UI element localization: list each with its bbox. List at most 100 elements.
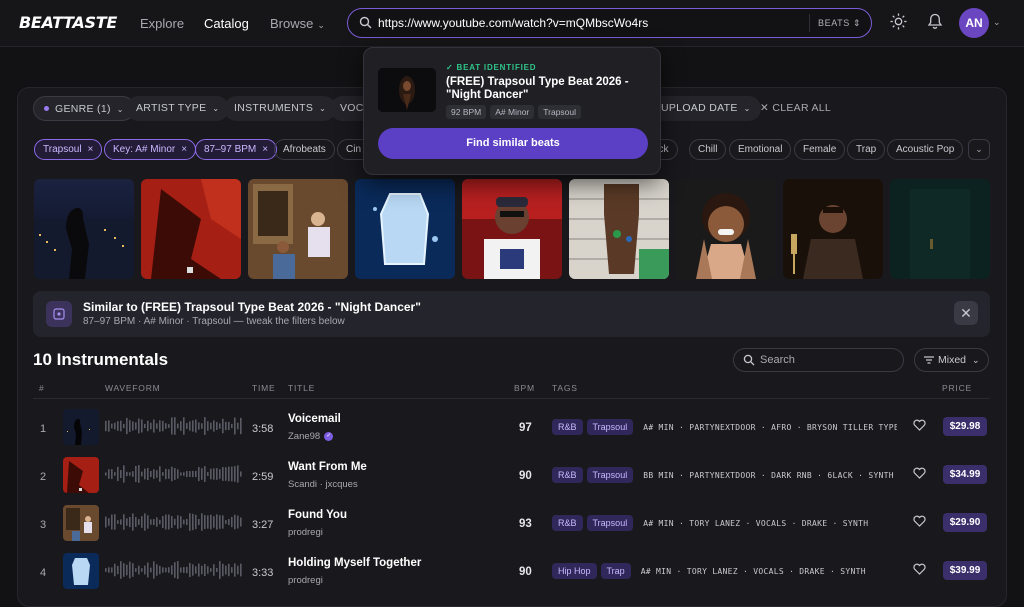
sort-select[interactable]: Mixed ⌄	[914, 348, 989, 372]
col-bpm[interactable]: BPM	[514, 383, 535, 393]
table-row[interactable]: 2 2:59 Want From Me Scandi · jxcques 90 …	[33, 450, 990, 498]
waveform[interactable]	[105, 415, 245, 437]
track-artwork[interactable]	[63, 409, 99, 445]
track-artist[interactable]: Zane98 ✓	[288, 431, 334, 442]
track-title[interactable]: Holding Myself Together	[288, 557, 421, 569]
col-price[interactable]: PRICE	[942, 383, 972, 393]
track-duration: 2:59	[252, 471, 274, 483]
artwork-thumbnail[interactable]	[783, 179, 883, 279]
price-button[interactable]: $39.99	[943, 561, 987, 580]
artwork-image	[248, 179, 348, 279]
waveform-bar	[156, 423, 158, 429]
waveform-bar	[132, 513, 134, 531]
filter-genre[interactable]: GENRE (1) ⌄	[33, 96, 135, 121]
waveform[interactable]	[105, 463, 245, 485]
col-title[interactable]: TITLE	[288, 383, 315, 393]
track-artwork[interactable]	[63, 457, 99, 493]
waveform-bar	[210, 468, 212, 480]
tag-label: Trapsoul	[43, 144, 82, 155]
waveform-bar	[153, 419, 155, 433]
track-title[interactable]: Found You	[288, 509, 347, 521]
track-title[interactable]: Want From Me	[288, 461, 367, 473]
track-artwork[interactable]	[63, 505, 99, 541]
close-similar-button[interactable]: ✕	[954, 301, 978, 325]
genre-tag[interactable]: Trapsoul	[586, 467, 634, 483]
waveform-bar	[207, 515, 209, 529]
col-time[interactable]: TIME	[252, 383, 276, 393]
track-artist[interactable]: prodregi	[288, 527, 323, 538]
tag-bpm[interactable]: 87–97 BPM ×	[195, 139, 278, 160]
nav-browse[interactable]: Browse ⌄	[270, 16, 325, 31]
track-artwork[interactable]	[63, 553, 99, 589]
genre-tag[interactable]: R&B	[552, 467, 583, 483]
heart-icon[interactable]	[913, 563, 926, 575]
track-bpm: 90	[519, 470, 532, 482]
nav-catalog[interactable]: Catalog	[204, 16, 249, 31]
waveform-bar	[120, 470, 122, 478]
genre-tag[interactable]: Hip Hop	[552, 563, 597, 579]
url-input[interactable]	[378, 14, 798, 32]
price-button[interactable]: $29.90	[943, 513, 987, 532]
artwork-thumbnail[interactable]	[34, 179, 134, 279]
filter-artist-type[interactable]: ARTIST TYPE ⌄	[126, 96, 230, 121]
artwork-thumbnail[interactable]	[141, 179, 241, 279]
remove-tag-icon[interactable]: ×	[262, 144, 268, 155]
track-artist[interactable]: prodregi	[288, 575, 323, 586]
heart-icon[interactable]	[913, 419, 926, 431]
genre-tag[interactable]: Trapsoul	[586, 419, 634, 435]
remove-tag-icon[interactable]: ×	[88, 144, 94, 155]
waveform-bar	[153, 561, 155, 579]
url-search-bar[interactable]: BEATS ⇕	[347, 8, 872, 38]
genre-tag[interactable]: R&B	[552, 419, 583, 435]
waveform[interactable]	[105, 559, 245, 581]
artwork-thumbnail[interactable]	[569, 179, 669, 279]
track-title[interactable]: Voicemail	[288, 413, 341, 425]
logo[interactable]: BEATTASTE	[19, 13, 117, 32]
genre-tag[interactable]: R&B	[552, 515, 583, 531]
artwork-thumbnail[interactable]	[248, 179, 348, 279]
remove-tag-icon[interactable]: ×	[181, 144, 187, 155]
track-artist[interactable]: Scandi · jxcques	[288, 479, 358, 490]
bell-icon[interactable]	[927, 13, 943, 30]
tag-emotional[interactable]: Emotional	[729, 139, 792, 160]
tag-key[interactable]: Key: A# Minor ×	[104, 139, 197, 160]
theme-toggle-sun-icon[interactable]	[890, 13, 907, 30]
genre-tag[interactable]: Trapsoul	[586, 515, 634, 531]
table-row[interactable]: 4 3:33 Holding Myself Together prodregi …	[33, 546, 990, 594]
artwork-thumbnail[interactable]	[462, 179, 562, 279]
chevron-down-icon[interactable]: ⌄	[993, 17, 1001, 28]
tag-afrobeats[interactable]: Afrobeats	[274, 139, 335, 160]
tag-female[interactable]: Female	[794, 139, 846, 160]
waveform-bar	[180, 421, 182, 431]
price-button[interactable]: $34.99	[943, 465, 987, 484]
genre-tag[interactable]: Trap	[600, 563, 631, 579]
find-similar-button[interactable]: Find similar beats	[378, 128, 648, 159]
clear-all-button[interactable]: ✕ CLEAR ALL	[760, 102, 831, 114]
heart-icon[interactable]	[913, 515, 926, 527]
artwork-thumbnail[interactable]	[355, 179, 455, 279]
artwork-image	[63, 553, 99, 589]
more-tags-button[interactable]: ⌄	[968, 139, 990, 160]
filter-upload-date[interactable]: UPLOAD DATE ⌄	[651, 96, 761, 121]
track-search[interactable]	[733, 348, 904, 372]
identified-beat-title: (FREE) Trapsoul Type Beat 2026 - "Night …	[446, 76, 629, 101]
tag-acoustic-pop[interactable]: Acoustic Pop	[887, 139, 964, 160]
filter-instruments[interactable]: INSTRUMENTS ⌄	[224, 96, 337, 121]
waveform[interactable]	[105, 511, 245, 533]
waveform-bar	[123, 563, 125, 577]
table-row[interactable]: 1 3:58 Voicemail Zane98 ✓ 97 R&B Trapsoul A…	[33, 402, 990, 450]
track-search-input[interactable]	[760, 352, 890, 368]
nav-explore[interactable]: Explore	[140, 16, 184, 31]
heart-icon[interactable]	[913, 467, 926, 479]
artwork-thumbnail[interactable]	[676, 179, 776, 279]
tag-trapsoul[interactable]: Trapsoul ×	[34, 139, 103, 160]
artwork-image	[783, 179, 883, 279]
table-row[interactable]: 3 3:27 Found You prodregi 93 R&B Trapsoul…	[33, 498, 990, 546]
avatar[interactable]: AN	[959, 8, 989, 38]
tag-trap[interactable]: Trap	[847, 139, 886, 160]
artwork-thumbnail[interactable]	[890, 179, 990, 279]
price-button[interactable]: $29.98	[943, 417, 987, 436]
scope-select[interactable]: BEATS ⇕	[818, 18, 861, 29]
waveform-bar	[198, 563, 200, 577]
tag-chill[interactable]: Chill	[689, 139, 727, 160]
